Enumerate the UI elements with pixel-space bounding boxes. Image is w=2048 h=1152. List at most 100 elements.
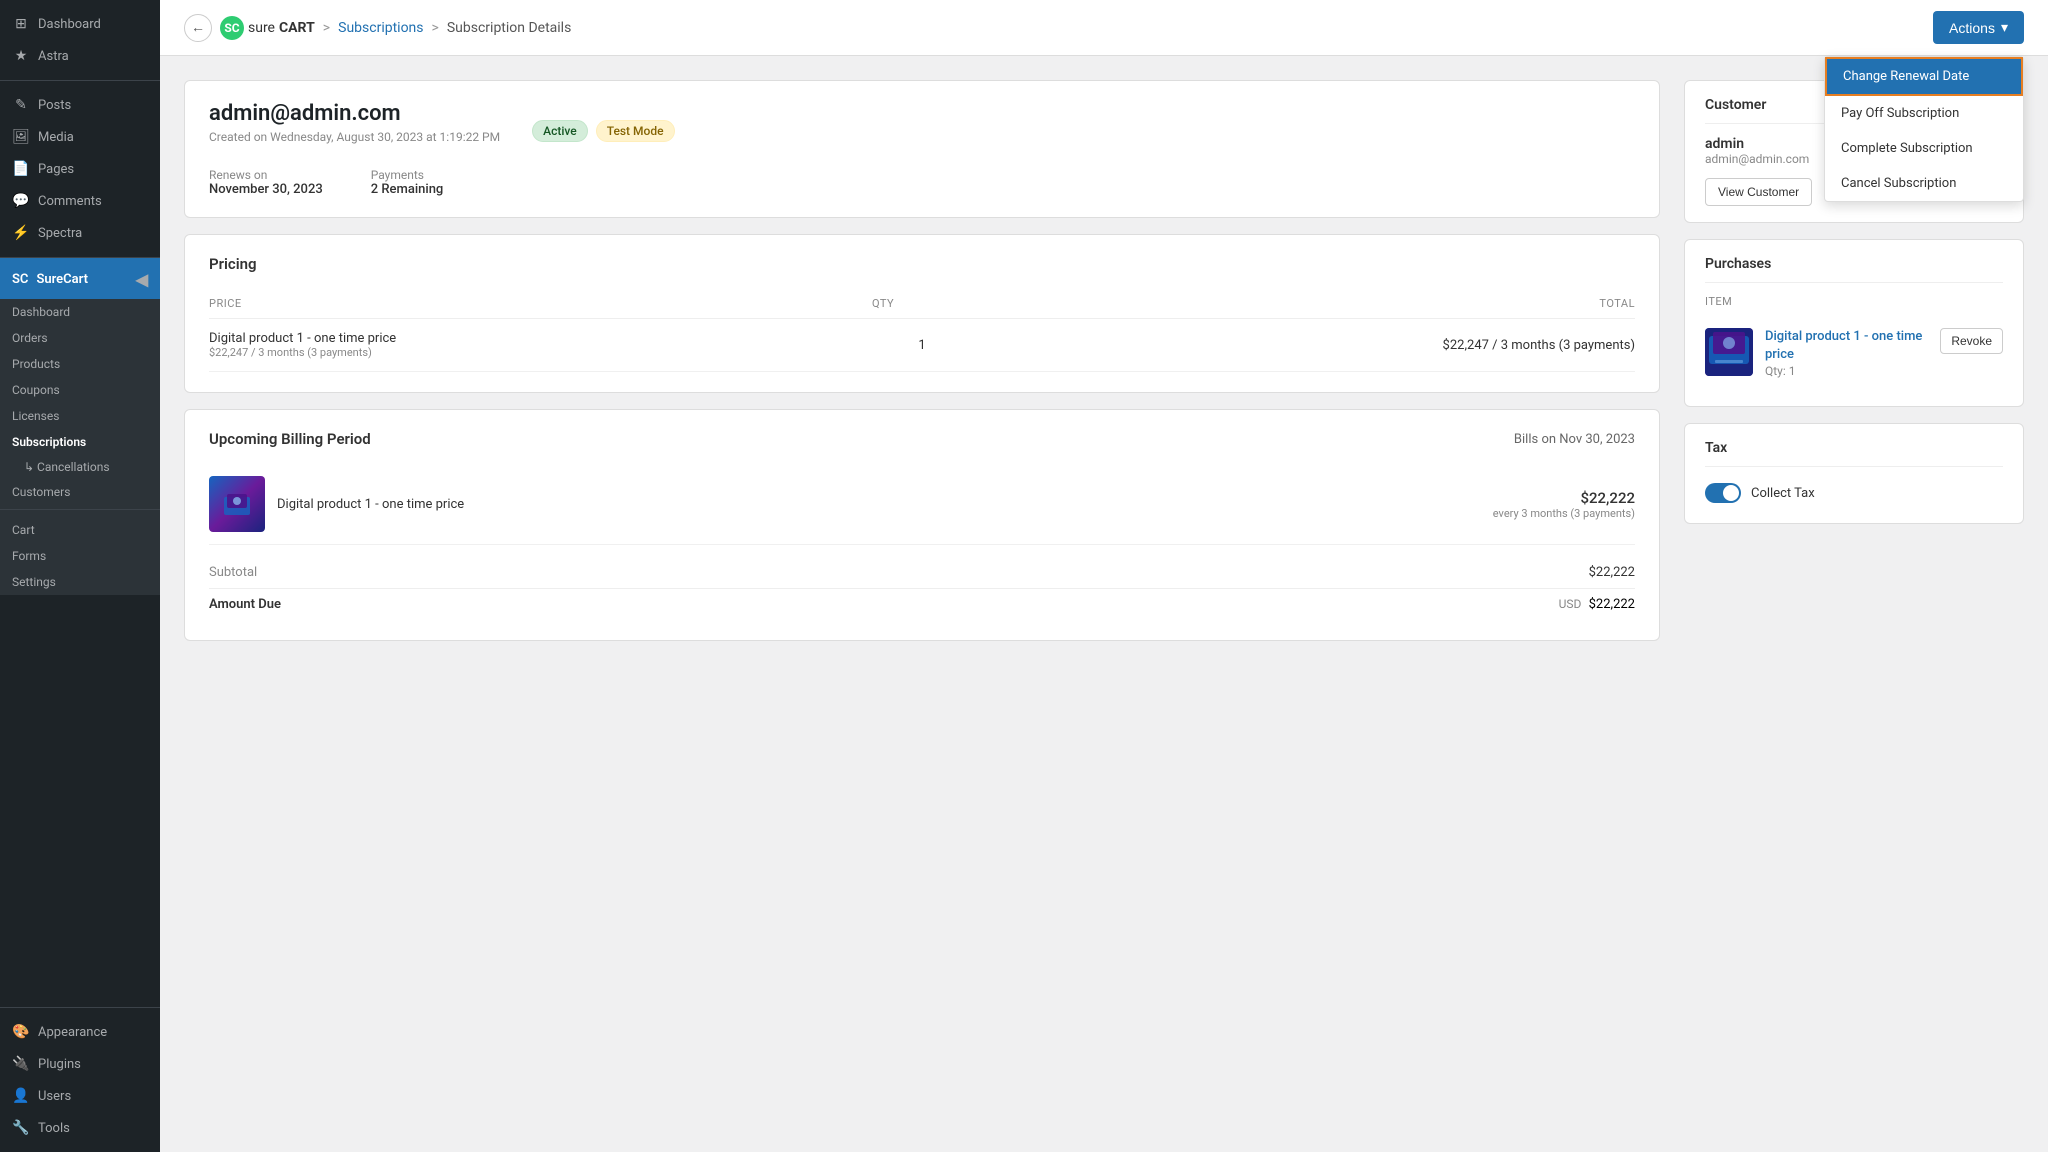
billing-title: Upcoming Billing Period (209, 430, 371, 448)
billing-totals: Subtotal $22,222 Amount Due USD $22,222 (209, 557, 1635, 620)
sidebar-item-astra[interactable]: ★ Astra (0, 40, 160, 72)
sidebar-item-media[interactable]: 🖼 Media (0, 121, 160, 153)
surecart-header[interactable]: SC SureCart ◀ (0, 260, 160, 299)
sidebar: ⊞ Dashboard ★ Astra ✎ Posts 🖼 Media 📄 Pa… (0, 0, 160, 1152)
sidebar-item-pages[interactable]: 📄 Pages (0, 153, 160, 185)
sidebar-item-products[interactable]: Products (0, 351, 160, 377)
dropdown-item-complete[interactable]: Complete Subscription (1825, 131, 2023, 166)
subscription-email: admin@admin.com (209, 101, 500, 126)
actions-label: Actions (1949, 20, 1995, 36)
dashboard-icon: ⊞ (12, 15, 30, 33)
sidebar-item-users[interactable]: 👤 Users (0, 1080, 160, 1112)
amount-due-label: Amount Due (209, 597, 281, 612)
product-name: Digital product 1 - one time price (209, 331, 872, 346)
topbar: ← SC sureCART > Subscriptions > Subscrip… (160, 0, 2048, 56)
billing-product-name: Digital product 1 - one time price (277, 497, 1481, 512)
logo-cart: CART (279, 20, 315, 36)
amount-due-value: USD $22,222 (1559, 597, 1635, 612)
sidebar-item-label: Pages (38, 162, 74, 177)
sidebar-item-appearance[interactable]: 🎨 Appearance (0, 1016, 160, 1048)
pricing-card: Pricing PRICE QTY TOTAL Digital product … (184, 234, 1660, 393)
col-total: TOTAL (972, 297, 1635, 310)
revoke-button[interactable]: Revoke (1940, 328, 2003, 354)
users-icon: 👤 (12, 1087, 30, 1105)
payments-label: Payments (371, 168, 444, 182)
col-price: PRICE (209, 297, 872, 310)
billing-card: Upcoming Billing Period Bills on Nov 30,… (184, 409, 1660, 641)
billing-item: Digital product 1 - one time price $22,2… (209, 464, 1635, 545)
breadcrumb-subscriptions[interactable]: Subscriptions (338, 20, 423, 36)
view-customer-button[interactable]: View Customer (1705, 178, 1812, 206)
item-col-header: ITEM (1705, 295, 2003, 308)
amount-due-amount: $22,222 (1589, 597, 1635, 612)
purchase-qty: Qty: 1 (1765, 364, 1928, 378)
collect-tax-label: Collect Tax (1751, 486, 1815, 501)
media-icon: 🖼 (12, 128, 30, 146)
actions-button[interactable]: Actions ▾ (1933, 11, 2024, 44)
payments-value: 2 Remaining (371, 182, 444, 197)
breadcrumb-sep-1: > (323, 20, 330, 36)
sidebar-item-subscriptions[interactable]: Subscriptions (0, 429, 160, 455)
pricing-table-header: PRICE QTY TOTAL (209, 289, 1635, 319)
sidebar-item-sc-dashboard[interactable]: Dashboard (0, 299, 160, 325)
billing-amount: $22,222 (1493, 489, 1635, 507)
sidebar-item-licenses[interactable]: Licenses (0, 403, 160, 429)
dropdown-item-change-renewal[interactable]: Change Renewal Date (1825, 57, 2023, 96)
sidebar-item-plugins[interactable]: 🔌 Plugins (0, 1048, 160, 1080)
sidebar-item-settings[interactable]: Settings (0, 569, 160, 595)
subtotal-row: Subtotal $22,222 (209, 557, 1635, 588)
back-icon: ← (191, 19, 205, 36)
badge-test: Test Mode (596, 120, 675, 142)
purchase-details: Digital product 1 - one time price Qty: … (1765, 328, 1928, 378)
surecart-label: SureCart (36, 272, 88, 287)
sidebar-item-cart[interactable]: Cart (0, 517, 160, 543)
billing-thumb-inner (209, 476, 265, 532)
surecart-collapse-icon: ◀ (136, 270, 148, 289)
collect-tax-toggle[interactable] (1705, 483, 1741, 503)
breadcrumb: ← SC sureCART > Subscriptions > Subscrip… (184, 14, 571, 42)
amount-due-row: Amount Due USD $22,222 (209, 588, 1635, 620)
subscription-created: Created on Wednesday, August 30, 2023 at… (209, 130, 500, 144)
subscription-header-card: admin@admin.com Created on Wednesday, Au… (184, 80, 1660, 218)
sidebar-item-label: Users (38, 1089, 71, 1104)
sidebar-item-forms[interactable]: Forms (0, 543, 160, 569)
subtotal-label: Subtotal (209, 565, 257, 580)
product-qty: 1 (872, 338, 972, 353)
sidebar-item-customers[interactable]: Customers (0, 479, 160, 505)
collect-tax-row: Collect Tax (1705, 479, 2003, 507)
sidebar-item-comments[interactable]: 💬 Comments (0, 185, 160, 217)
sidebar-item-label: Tools (38, 1121, 70, 1136)
purchase-item: Digital product 1 - one time price Qty: … (1705, 316, 2003, 390)
sidebar-item-spectra[interactable]: ⚡ Spectra (0, 217, 160, 249)
dropdown-item-pay-off[interactable]: Pay Off Subscription (1825, 96, 2023, 131)
sc-logo-circle: SC (220, 16, 244, 40)
payments-remaining: Payments 2 Remaining (371, 168, 444, 197)
product-total: $22,247 / 3 months (3 payments) (972, 338, 1635, 353)
sidebar-item-label: Spectra (38, 226, 82, 241)
actions-dropdown: Change Renewal Date Pay Off Subscription… (1824, 56, 2024, 202)
dropdown-item-cancel[interactable]: Cancel Subscription (1825, 166, 2023, 201)
subtotal-value: $22,222 (1589, 565, 1635, 580)
billing-product-thumbnail (209, 476, 265, 532)
back-button[interactable]: ← (184, 14, 212, 42)
comments-icon: 💬 (12, 192, 30, 210)
page-content: admin@admin.com Created on Wednesday, Au… (160, 56, 2048, 665)
posts-icon: ✎ (12, 96, 30, 114)
surecart-logo: SC (12, 272, 28, 287)
surecart-logo-breadcrumb: SC sureCART (220, 16, 315, 40)
sidebar-item-orders[interactable]: Orders (0, 325, 160, 351)
purchases-card: Purchases ITEM Digital product 1 - on (1684, 239, 2024, 407)
sidebar-item-label: Comments (38, 194, 102, 209)
sidebar-item-posts[interactable]: ✎ Posts (0, 89, 160, 121)
billing-freq: every 3 months (3 payments) (1493, 507, 1635, 520)
renews-date: November 30, 2023 (209, 182, 323, 197)
sidebar-item-cancellations[interactable]: ↳ Cancellations (0, 455, 160, 479)
sidebar-item-label: Media (38, 130, 74, 145)
sidebar-item-tools[interactable]: 🔧 Tools (0, 1112, 160, 1144)
product-name-cell: Digital product 1 - one time price $22,2… (209, 331, 872, 359)
logo-sure: sure (248, 20, 275, 36)
purchase-thumbnail (1705, 328, 1753, 376)
breadcrumb-current: Subscription Details (447, 20, 571, 36)
sidebar-item-coupons[interactable]: Coupons (0, 377, 160, 403)
sidebar-item-dashboard[interactable]: ⊞ Dashboard (0, 8, 160, 40)
